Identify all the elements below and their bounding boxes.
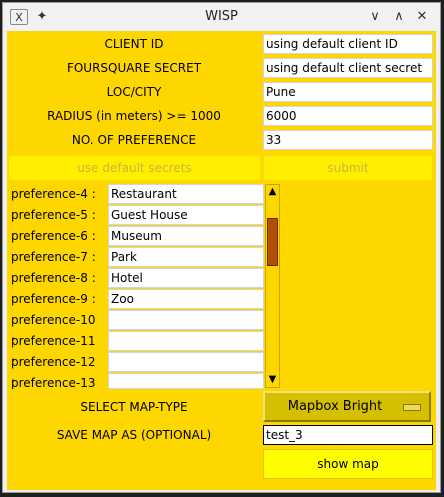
- save-map-label: SAVE MAP AS (OPTIONAL): [56, 428, 212, 442]
- nopref-input[interactable]: 33: [263, 130, 433, 150]
- scroll-up-icon[interactable]: ▲: [266, 185, 279, 199]
- preference-label: preference-6 :: [11, 229, 96, 243]
- preference-input[interactable]: [108, 331, 264, 351]
- title-bar: X ✦ WISP ∨ ∧ ✕: [3, 3, 440, 30]
- save-map-input[interactable]: test_3: [263, 425, 433, 445]
- preference-input[interactable]: [108, 310, 264, 330]
- scroll-thumb[interactable]: [267, 218, 278, 266]
- preference-label: preference-13 :: [11, 376, 96, 389]
- client-id-input[interactable]: using default client ID: [263, 34, 433, 54]
- preference-input[interactable]: [108, 373, 264, 389]
- preference-input[interactable]: [108, 352, 264, 372]
- preference-input[interactable]: Restaurant: [108, 184, 264, 204]
- map-type-select[interactable]: Mapbox Bright: [263, 391, 431, 422]
- minimize-icon[interactable]: ∨: [367, 7, 383, 25]
- client-id-label: CLIENT ID: [104, 37, 164, 51]
- preference-label: preference-9 :: [11, 292, 96, 306]
- preference-label: preference-4 :: [11, 187, 96, 201]
- wisp-window: X ✦ WISP ∨ ∧ ✕ CLIENT ID using default c…: [2, 2, 441, 493]
- dropdown-indicator-icon: [403, 404, 421, 411]
- preference-input[interactable]: Guest House: [108, 205, 264, 225]
- loc-input[interactable]: Pune: [263, 82, 433, 102]
- nopref-label: NO. OF PREFERENCE: [71, 133, 197, 147]
- radius-label: RADIUS (in meters) >= 1000: [47, 109, 221, 123]
- app-panel: CLIENT ID using default client ID FOURSQ…: [7, 31, 436, 490]
- preference-scrollbar[interactable]: ▲ ▼: [265, 184, 280, 388]
- preference-input[interactable]: Hotel: [108, 268, 264, 288]
- preference-input[interactable]: Museum: [108, 226, 264, 246]
- scroll-down-icon[interactable]: ▼: [266, 373, 279, 387]
- secret-input[interactable]: using default client secret: [263, 58, 433, 78]
- secret-label: FOURSQUARE SECRET: [66, 61, 202, 75]
- map-type-value: Mapbox Bright: [287, 399, 383, 414]
- radius-input[interactable]: 6000: [263, 106, 433, 126]
- preference-label: preference-7 :: [11, 250, 96, 264]
- preference-input[interactable]: Zoo: [108, 289, 264, 309]
- preference-label: preference-8 :: [11, 271, 96, 285]
- preference-label: preference-5 :: [11, 208, 96, 222]
- close-icon[interactable]: ✕: [414, 7, 430, 25]
- preference-input[interactable]: Park: [108, 247, 264, 267]
- submit-button[interactable]: submit: [263, 155, 433, 181]
- maximize-icon[interactable]: ∧: [391, 7, 407, 25]
- show-map-button[interactable]: show map: [263, 449, 433, 479]
- default-secrets-button[interactable]: use default secrets: [8, 155, 261, 181]
- loc-label: LOC/CITY: [106, 85, 162, 99]
- map-type-label: SELECT MAP-TYPE: [80, 400, 188, 414]
